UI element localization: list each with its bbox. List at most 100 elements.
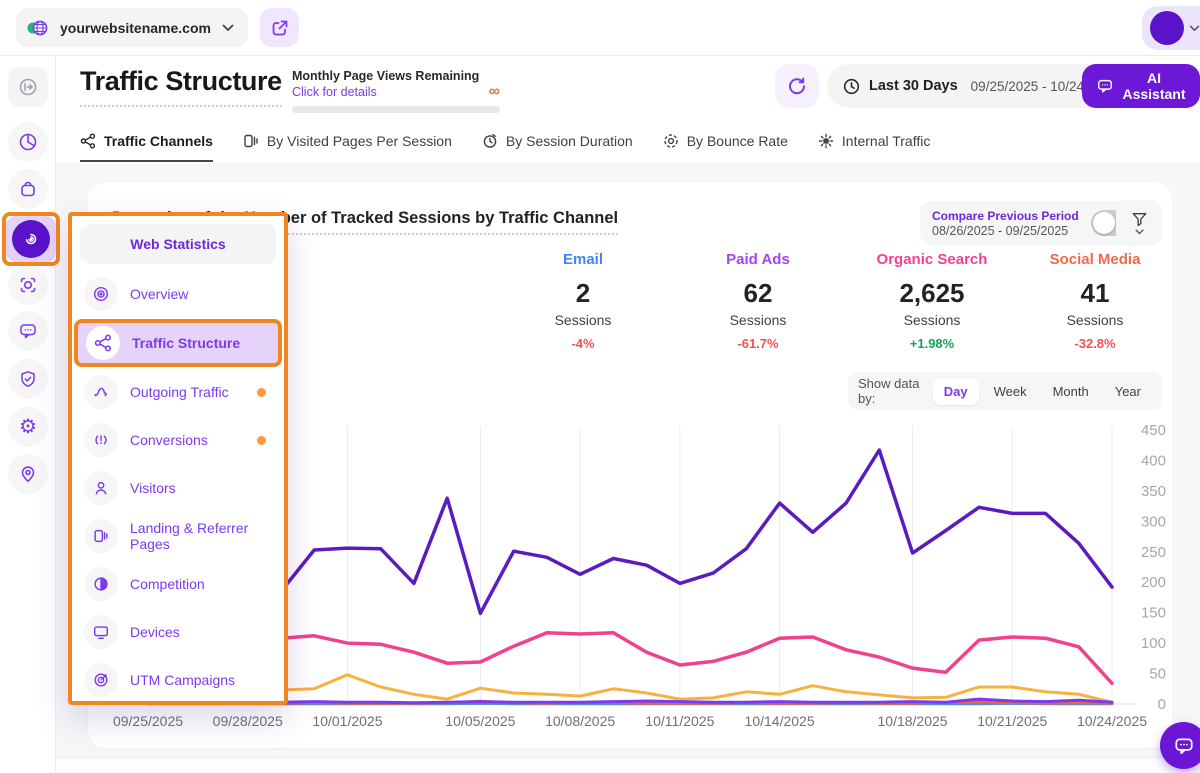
page-views-progress-bar	[292, 106, 500, 113]
page-views-label: Monthly Page Views Remaining	[292, 69, 480, 83]
overview-bullseye-icon	[84, 277, 118, 311]
sidebar-item-tracking[interactable]	[8, 265, 48, 305]
show-data-by-label: Show data by:	[858, 376, 920, 406]
scan-target-icon	[18, 275, 38, 295]
open-website-button[interactable]	[260, 8, 299, 47]
sidebar-item-analytics[interactable]	[8, 122, 48, 162]
sidebar-item-settings[interactable]: ⚙	[8, 407, 48, 447]
svg-text:10/01/2025: 10/01/2025	[312, 713, 382, 729]
tab-by-bounce-rate[interactable]: By Bounce Rate	[663, 122, 788, 162]
channel-stat-organic-search[interactable]: Organic Search 2,625 Sessions +1.98%	[842, 251, 1022, 351]
date-range-label: Last 30 Days	[869, 78, 958, 94]
svg-text:50: 50	[1149, 666, 1166, 683]
menu-item-devices[interactable]: Devices	[76, 608, 280, 656]
asterisk-burst-icon	[818, 133, 834, 149]
svg-text:10/08/2025: 10/08/2025	[545, 713, 615, 729]
menu-item-outgoing-traffic[interactable]: Outgoing Traffic	[76, 368, 280, 416]
annotation-box-traffic-structure: Traffic Structure	[74, 319, 282, 367]
sidebar-item-security[interactable]	[8, 359, 48, 399]
channel-stat-paid-ads[interactable]: Paid Ads 62 Sessions -61.7%	[668, 251, 848, 351]
menu-item-visitors[interactable]: Visitors	[76, 464, 280, 512]
top-bar: yourwebsitename.com	[0, 0, 1200, 56]
svg-text:10/05/2025: 10/05/2025	[445, 713, 515, 729]
tab-by-visited-pages[interactable]: By Visited Pages Per Session	[243, 122, 452, 162]
filter-button[interactable]	[1116, 200, 1162, 246]
svg-text:400: 400	[1141, 452, 1166, 469]
svg-text:350: 350	[1141, 483, 1166, 500]
sidebar-item-ecommerce[interactable]	[8, 169, 48, 209]
shield-check-icon	[18, 369, 38, 389]
clock-icon	[843, 78, 860, 95]
infinity-icon: ∞	[488, 83, 500, 100]
radar-spiral-icon	[12, 220, 50, 258]
sidebar-collapse-button[interactable]	[8, 67, 48, 107]
svg-text:300: 300	[1141, 513, 1166, 530]
sidebar-item-feedback[interactable]	[8, 311, 48, 351]
report-tabs: Traffic Channels By Visited Pages Per Se…	[80, 122, 930, 162]
channel-stat-social-media[interactable]: Social Media 41 Sessions -32.8%	[1005, 251, 1185, 351]
menu-item-utm-campaigns[interactable]: UTM Campaigns	[76, 656, 280, 704]
granularity-month[interactable]: Month	[1042, 378, 1100, 405]
menu-item-overview[interactable]: Overview	[76, 270, 280, 318]
menu-item-landing-referrer-pages[interactable]: Landing & Referrer Pages	[76, 512, 280, 560]
svg-text:200: 200	[1141, 574, 1166, 591]
menu-item-conversions[interactable]: Conversions	[76, 416, 280, 464]
pie-chart-icon	[18, 132, 38, 152]
ai-chat-icon	[1096, 77, 1114, 95]
svg-text:09/25/2025: 09/25/2025	[113, 713, 183, 729]
svg-text:10/24/2025: 10/24/2025	[1077, 713, 1147, 729]
show-data-by-control: Show data by: Day Week Month Year	[848, 372, 1162, 410]
svg-text:09/28/2025: 09/28/2025	[213, 713, 283, 729]
chat-bubble-icon	[1173, 735, 1195, 757]
person-icon	[84, 471, 118, 505]
user-menu[interactable]	[1142, 6, 1200, 50]
refresh-icon	[787, 76, 807, 96]
svg-text:10/18/2025: 10/18/2025	[878, 713, 948, 729]
svg-text:0: 0	[1158, 696, 1166, 713]
svg-text:450: 450	[1141, 422, 1166, 439]
avatar	[1150, 11, 1184, 45]
notification-dot	[257, 387, 266, 397]
toggle-knob	[1092, 212, 1115, 234]
pages-icon	[243, 133, 259, 149]
compare-previous-period: Compare Previous Period 08/26/2025 - 09/…	[920, 201, 1147, 245]
menu-item-competition[interactable]: Competition	[76, 560, 280, 608]
external-link-icon	[271, 19, 289, 37]
funnel-icon	[1130, 211, 1149, 228]
tab-internal-traffic[interactable]: Internal Traffic	[818, 122, 930, 162]
monitor-icon	[84, 615, 118, 649]
support-chat-fab[interactable]	[1160, 722, 1200, 769]
website-selector[interactable]: yourwebsitename.com	[16, 8, 248, 47]
bullseye-icon	[663, 133, 679, 149]
page-views-widget: Monthly Page Views Remaining Click for d…	[292, 69, 500, 113]
notification-dot	[257, 435, 266, 445]
channel-stat-email[interactable]: Email 2 Sessions -4%	[493, 251, 673, 351]
granularity-day[interactable]: Day	[932, 377, 979, 405]
svg-text:100: 100	[1141, 635, 1166, 652]
menu-item-traffic-structure[interactable]: Traffic Structure	[78, 323, 278, 363]
tab-traffic-channels[interactable]: Traffic Channels	[80, 122, 213, 162]
compare-label: Compare Previous Period	[932, 208, 1079, 223]
sidebar-item-locations[interactable]	[8, 454, 48, 494]
chevron-down-icon	[1134, 229, 1144, 235]
ai-assistant-button[interactable]: AI Assistant	[1082, 64, 1200, 108]
chat-bubble-icon	[18, 321, 38, 341]
timer-icon	[482, 133, 498, 149]
app-window: yourwebsitename.com ⚙ Traffic Structure …	[0, 0, 1200, 773]
compare-range: 08/26/2025 - 09/25/2025	[932, 223, 1069, 238]
granularity-year[interactable]: Year	[1104, 378, 1152, 405]
globe-icon	[26, 18, 50, 38]
tab-by-session-duration[interactable]: By Session Duration	[482, 122, 633, 162]
network-nodes-icon	[86, 326, 120, 360]
route-squiggle-icon	[84, 375, 118, 409]
page-views-details-link[interactable]: Click for details	[292, 85, 500, 99]
sidebar-item-web-statistics-active[interactable]	[6, 216, 56, 262]
svg-text:150: 150	[1141, 605, 1166, 622]
icon-sidebar: ⚙	[0, 56, 60, 773]
page-title: Traffic Structure	[80, 66, 282, 107]
collapse-arrow-icon	[18, 77, 38, 97]
network-nodes-icon	[80, 133, 96, 149]
refresh-button[interactable]	[775, 64, 819, 108]
granularity-week[interactable]: Week	[983, 378, 1038, 405]
svg-text:10/14/2025: 10/14/2025	[745, 713, 815, 729]
